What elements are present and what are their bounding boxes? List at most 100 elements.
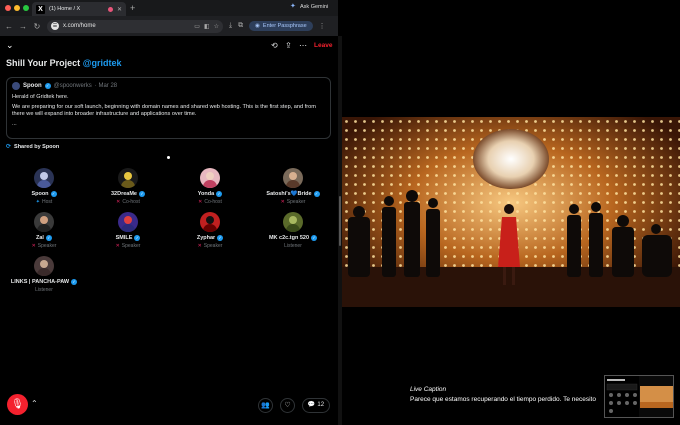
live-caption-text: Parece que estamos recuperando el tiempo…	[410, 396, 596, 403]
scroll-thumb[interactable]	[339, 196, 341, 246]
video-player[interactable]: Live Caption Parece que estamos recupera…	[342, 0, 680, 425]
chevron-down-icon[interactable]: ⌄	[6, 40, 14, 51]
avatar	[34, 212, 54, 232]
participant-role: ✕ Speaker	[197, 243, 223, 249]
maximize-window-button[interactable]	[23, 5, 29, 11]
minimize-window-button[interactable]	[14, 5, 20, 11]
participant-name: SMILE ✓	[115, 235, 141, 241]
participant-satoshis-bride[interactable]: Satoshi's💙Bride ✓ ✕ Speaker	[253, 168, 333, 205]
participant-role: ✕ Co-host	[116, 199, 140, 205]
cast-icon[interactable]: ▭	[194, 23, 200, 30]
forward-icon[interactable]: →	[19, 22, 27, 31]
shared-by-label: ⟳ Shared by Spoon	[6, 143, 59, 151]
mic-muted-icon: ✕	[31, 243, 36, 249]
ask-gemini-label: Ask Gemini	[300, 3, 329, 10]
participant-role: ✕ Speaker	[31, 243, 57, 249]
avatar	[34, 256, 54, 276]
tweet-header: Spoon ✓ @spoonwerks · Mar 28	[12, 82, 325, 90]
menu-icon[interactable]: ⋮	[319, 22, 326, 30]
close-window-button[interactable]	[5, 5, 11, 11]
profile-icon: ◉	[255, 23, 260, 29]
reply-count: 12	[317, 402, 325, 408]
address-bar[interactable]: ☰ x.com/home ▭ ◧ ☆	[47, 19, 223, 33]
new-tab-button[interactable]: +	[130, 2, 135, 14]
thumbnail-preview	[605, 376, 673, 417]
participant-name: Zyphar ✓	[196, 235, 224, 241]
mic-muted-icon: ✕	[198, 199, 203, 205]
download-icon[interactable]: ⤓	[229, 22, 232, 30]
mic-muted-icon: ✕	[116, 199, 121, 205]
site-info-icon[interactable]: ☰	[51, 22, 59, 30]
avatar	[283, 212, 303, 232]
participant-name: Satoshi's💙Bride ✓	[266, 191, 320, 197]
tweet-date: · Mar 28	[94, 83, 118, 89]
preview-thumbnail[interactable]	[604, 375, 674, 418]
passphrase-label: Enter Passphrase	[262, 23, 307, 29]
participant-name: LINKS | PANCHA-PAW ✓	[10, 279, 78, 285]
space-header: ⌄ ⟲ ⇪ ⋯ Leave	[0, 36, 338, 56]
participant-name: Yonda ✓	[197, 191, 223, 197]
tweet-paragraph: We are preparing for our soft launch, be…	[12, 104, 316, 117]
tab-bar: X (1) Home / X ✕ + ✦ Ask Gemini	[0, 0, 338, 16]
avatar	[200, 168, 220, 188]
pinned-tweet[interactable]: Spoon ✓ @spoonwerks · Mar 28 Herald of G…	[6, 77, 331, 139]
tweet-body: Herald of Gridtek here. We are preparing…	[12, 94, 325, 128]
participant-links-pancha-paw[interactable]: LINKS | PANCHA-PAW ✓ Listener	[4, 256, 84, 293]
mic-muted-icon: ✕	[115, 243, 120, 249]
share-icon[interactable]: ⇪	[285, 41, 292, 50]
participant-name: Zal ✓	[36, 235, 52, 241]
window-controls	[5, 5, 29, 11]
participant-name: MK c2c.tgn 520 ✓	[268, 235, 318, 241]
participant-32dreame[interactable]: 32DreaMe ✓ ✕ Co-host	[88, 168, 168, 205]
participant-spoon[interactable]: Spoon ✓ ✦ Host	[4, 168, 84, 205]
participant-role: ✦ Host	[35, 199, 53, 205]
rotate-icon[interactable]: ⟲	[271, 41, 278, 50]
recording-icon	[107, 6, 113, 12]
participant-role: Listener	[284, 243, 302, 249]
tab-x-home[interactable]: X (1) Home / X ✕	[32, 2, 126, 16]
verified-icon: ✓	[44, 83, 51, 89]
participant-yonda[interactable]: Yonda ✓ ✕ Co-host	[170, 168, 250, 205]
extensions-icon[interactable]: ⧉	[238, 22, 243, 30]
participant-name: Spoon ✓	[31, 191, 57, 197]
bookmark-star-icon[interactable]: ☆	[214, 23, 219, 30]
avatar	[34, 168, 54, 188]
participant-role: Listener	[35, 287, 53, 293]
tweet-paragraph: ...	[12, 121, 17, 127]
leave-button[interactable]: Leave	[314, 42, 332, 49]
avatar[interactable]	[12, 82, 20, 90]
translate-icon[interactable]: ◧	[204, 23, 210, 30]
reply-icon: 💬	[307, 402, 316, 408]
participant-zyphar[interactable]: Zyphar ✓ ✕ Speaker	[170, 212, 250, 249]
mic-muted-icon: ✕	[280, 199, 285, 205]
people-button[interactable]: 👥	[258, 398, 273, 413]
participant-role: ✕ Speaker	[115, 243, 141, 249]
passphrase-button[interactable]: ◉ Enter Passphrase	[249, 21, 313, 31]
back-icon[interactable]: ←	[5, 22, 13, 31]
browser-chrome: X (1) Home / X ✕ + ✦ Ask Gemini ← → ↻ ☰ …	[0, 0, 338, 36]
host-icon: ✦	[35, 199, 40, 205]
participant-smile[interactable]: SMILE ✓ ✕ Speaker	[88, 212, 168, 249]
chevron-up-icon[interactable]: ⌃	[31, 399, 38, 408]
tweet-handle: @spoonwerks	[53, 83, 92, 89]
live-caption-title: Live Caption	[410, 386, 447, 393]
space-title-handle[interactable]: @gridtek	[83, 58, 122, 68]
tweet-author[interactable]: Spoon	[23, 83, 42, 89]
participant-role: ✕ Speaker	[280, 199, 306, 205]
reload-icon[interactable]: ↻	[33, 22, 41, 31]
participant-mk[interactable]: MK c2c.tgn 520 ✓ Listener	[253, 212, 333, 249]
close-tab-icon[interactable]: ✕	[117, 6, 122, 13]
nav-bar: ← → ↻ ☰ x.com/home ▭ ◧ ☆ ⤓ ⧉ ◉ Enter Pas…	[0, 16, 338, 36]
mic-muted-button[interactable]: 🎙	[7, 394, 28, 415]
participant-zal[interactable]: Zal ✓ ✕ Speaker	[4, 212, 84, 249]
mic-muted-icon: ✕	[197, 243, 202, 249]
share-icon: ⟳	[6, 144, 12, 150]
replies-button[interactable]: 💬 12	[302, 398, 330, 413]
more-icon[interactable]: ⋯	[299, 41, 307, 50]
avatar	[118, 168, 138, 188]
url-text: x.com/home	[63, 23, 96, 29]
avatar	[118, 212, 138, 232]
space-panel: ⌄ ⟲ ⇪ ⋯ Leave Shill Your Project @gridte…	[0, 36, 338, 425]
ask-gemini-button[interactable]: ✦ Ask Gemini	[290, 3, 328, 10]
reactions-button[interactable]: ♡	[280, 398, 295, 413]
